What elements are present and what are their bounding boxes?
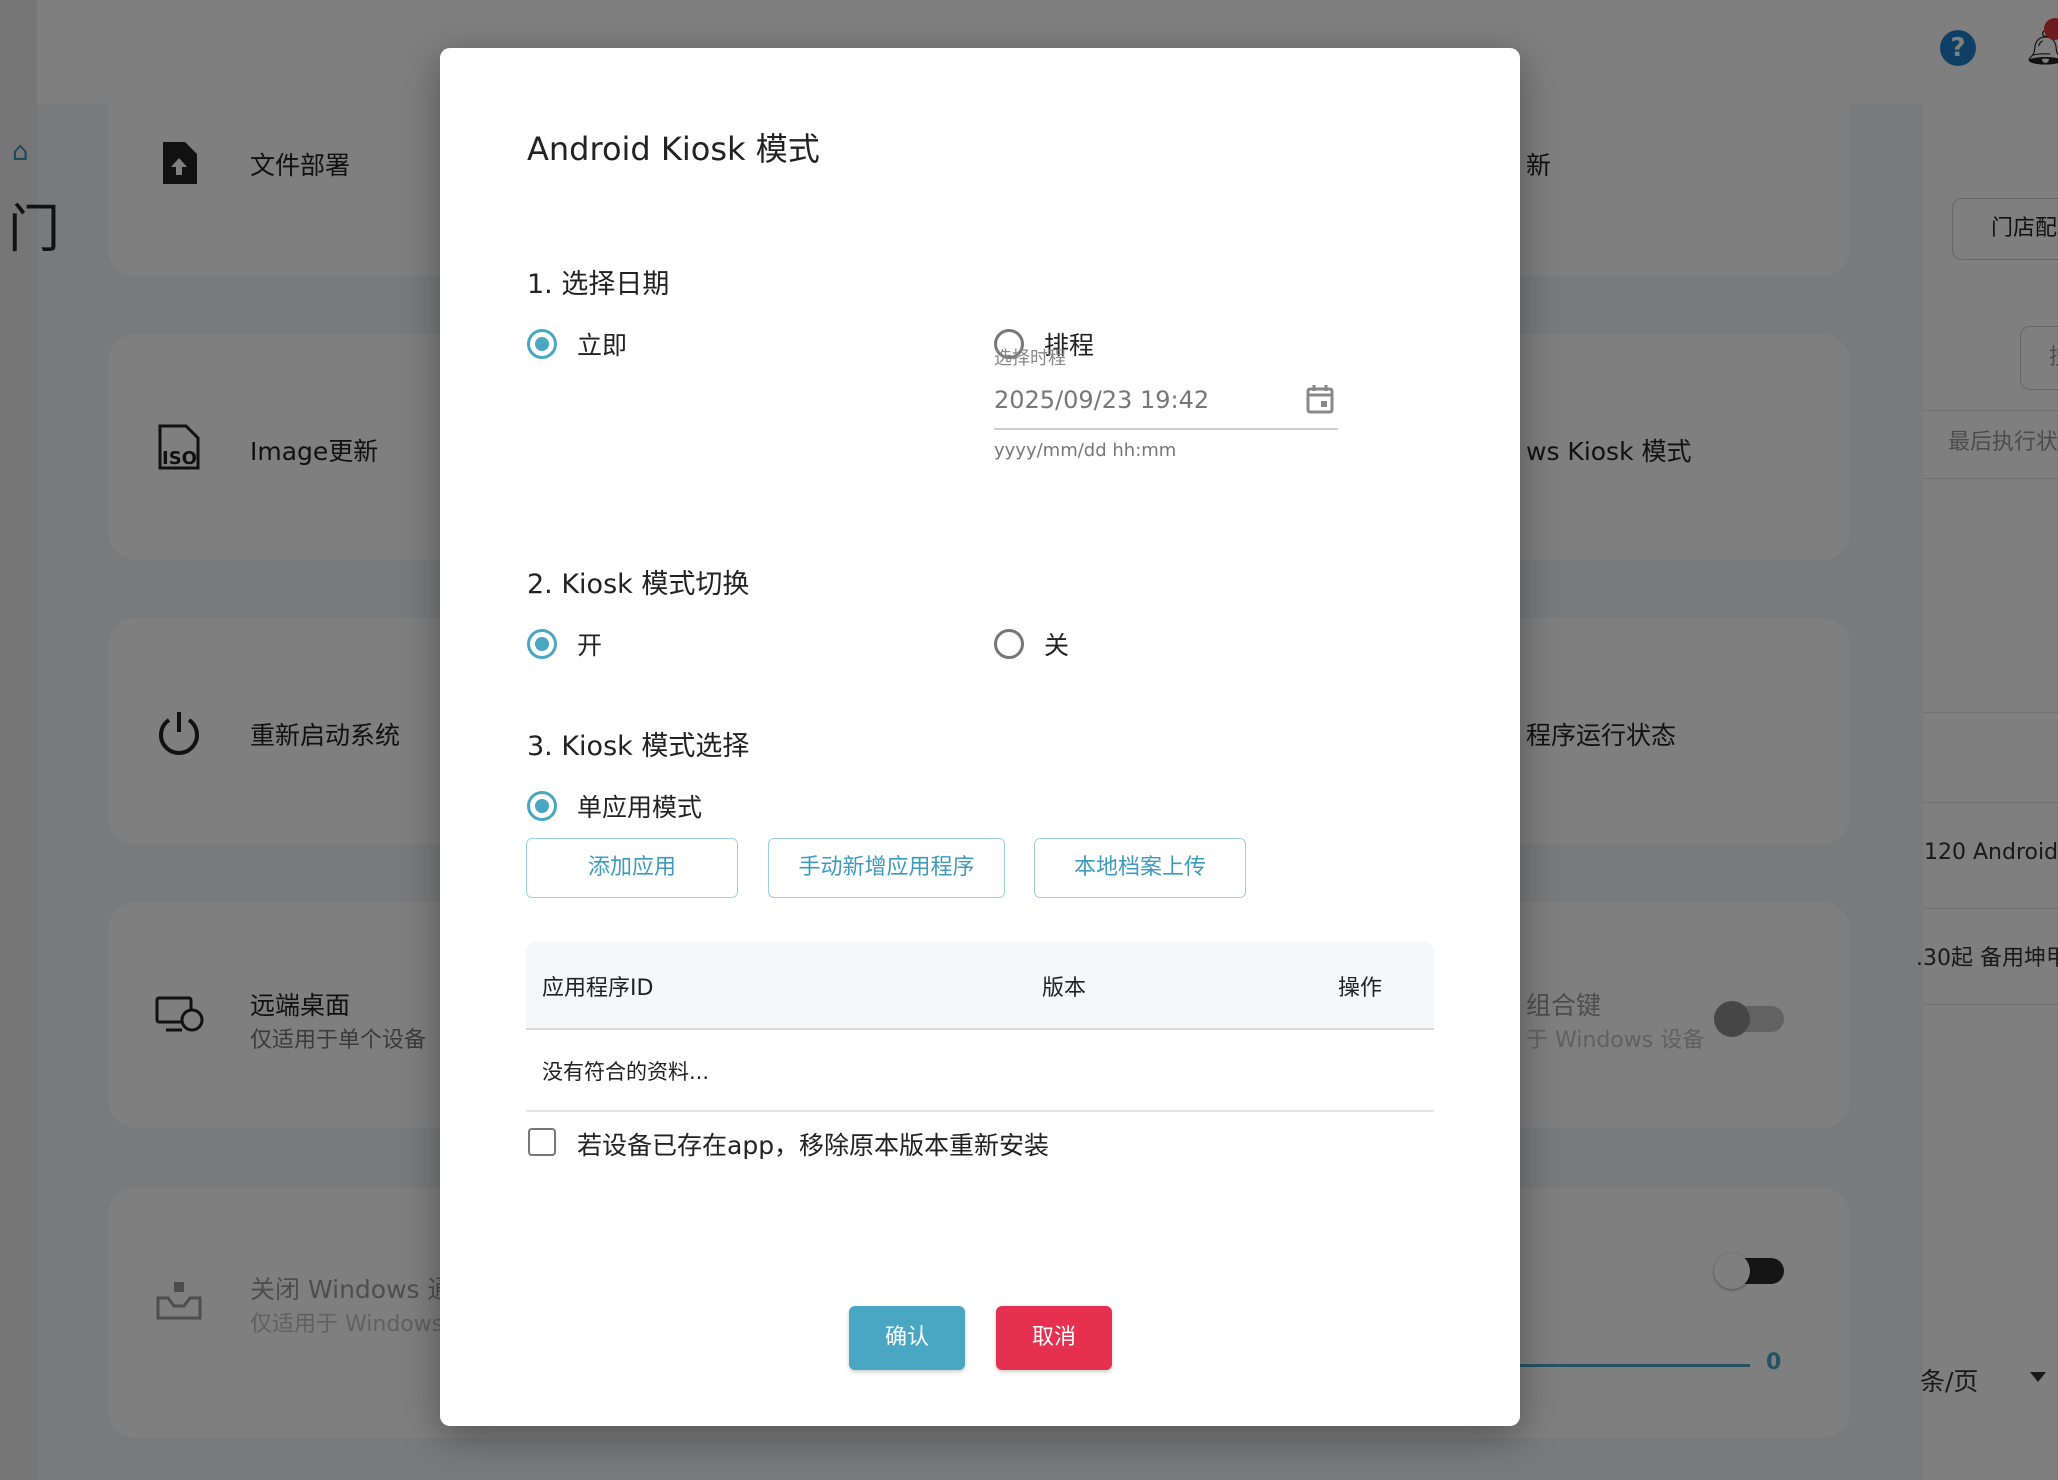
calendar-icon[interactable] [1306, 384, 1334, 414]
section-kiosk-toggle: 2. Kiosk 模式切换 [527, 569, 750, 600]
reinstall-checkbox[interactable] [528, 1128, 556, 1156]
datetime-label: 选择时程 [994, 348, 1066, 369]
confirm-button[interactable]: 确认 [849, 1306, 965, 1370]
radio-kiosk-on[interactable] [527, 629, 557, 659]
column-version[interactable]: 版本 [1042, 970, 1086, 1002]
radio-kiosk-on-label: 开 [577, 631, 603, 660]
datetime-value: 2025/09/23 19:42 [994, 386, 1210, 414]
app-table-header: 应用程序ID 版本 操作 [526, 942, 1434, 1030]
reinstall-checkbox-label[interactable]: 若设备已存在app，移除原本版本重新安装 [577, 1126, 1049, 1162]
cancel-button[interactable]: 取消 [996, 1306, 1112, 1370]
radio-single-app-label: 单应用模式 [577, 793, 703, 822]
radio-single-app-mode[interactable] [527, 791, 557, 821]
radio-kiosk-off-label: 关 [1044, 631, 1070, 660]
radio-kiosk-off[interactable] [994, 629, 1024, 659]
radio-immediate[interactable] [527, 329, 557, 359]
table-empty-row: 没有符合的资料... [526, 1030, 1434, 1112]
column-app-id[interactable]: 应用程序ID [542, 970, 653, 1002]
section-kiosk-mode: 3. Kiosk 模式选择 [527, 731, 750, 762]
manual-add-app-button[interactable]: 手动新增应用程序 [768, 838, 1005, 898]
empty-message: 没有符合的资料... [542, 1060, 710, 1084]
section-select-date: 1. 选择日期 [527, 269, 670, 300]
local-upload-button[interactable]: 本地档案上传 [1034, 838, 1246, 898]
column-action: 操作 [1338, 976, 1383, 1001]
datetime-input[interactable]: 2025/09/23 19:42 [994, 380, 1338, 430]
dialog-title: Android Kiosk 模式 [527, 130, 820, 168]
datetime-format-hint: yyyy/mm/dd hh:mm [994, 440, 1177, 461]
android-kiosk-dialog: Android Kiosk 模式 1. 选择日期 立即 排程 选择时程 2025… [440, 48, 1520, 1426]
add-app-button[interactable]: 添加应用 [526, 838, 738, 898]
radio-immediate-label: 立即 [577, 331, 628, 360]
